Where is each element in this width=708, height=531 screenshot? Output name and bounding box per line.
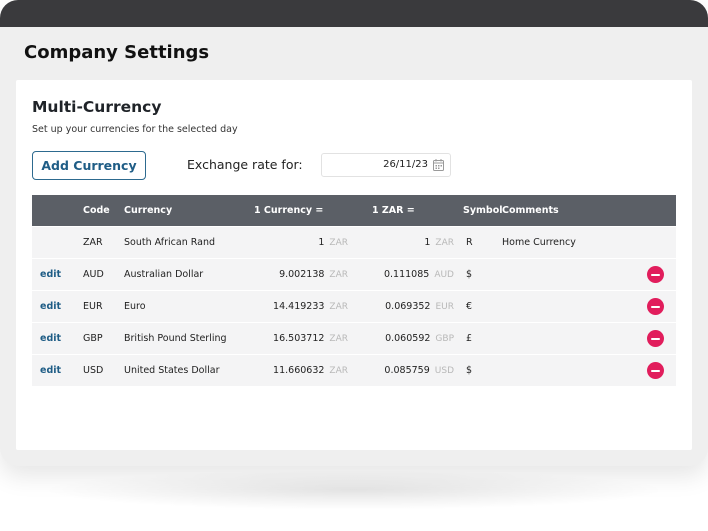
row-rate-zar: 1 ZAR xyxy=(332,227,454,258)
edit-link[interactable]: edit xyxy=(40,323,61,354)
section-title: Multi-Currency xyxy=(32,98,162,116)
rate-value: 16.503712 xyxy=(273,333,325,344)
rate-value: 1 xyxy=(424,237,431,248)
row-currency: Australian Dollar xyxy=(124,269,204,280)
row-rate-zar: 0.085759 USD xyxy=(332,355,454,386)
row-symbol: $ xyxy=(466,269,473,280)
rate-value: 14.419233 xyxy=(273,301,325,312)
exchange-date-value: 26/11/23 xyxy=(383,159,428,170)
row-code: ZAR xyxy=(83,237,103,248)
header-comments: Comments xyxy=(502,205,559,216)
row-rate-zar: 0.111085 AUD xyxy=(332,259,454,290)
row-symbol: R xyxy=(466,237,473,248)
section-subtitle: Set up your currencies for the selected … xyxy=(32,124,238,135)
app-window: Company Settings Multi-Currency Set up y… xyxy=(0,0,708,466)
row-rate-currency: 11.660632 ZAR xyxy=(212,355,348,386)
table-row: ZAR South African Rand 1 ZAR 1 ZAR R Home … xyxy=(32,226,676,258)
currency-table: Code Currency 1 Currency = 1 ZAR = Symbo… xyxy=(32,195,676,386)
table-row: edit AUD Australian Dollar 9.002138 ZAR 0… xyxy=(32,258,676,290)
edit-link[interactable]: edit xyxy=(40,355,61,386)
row-rate-zar: 0.069352 EUR xyxy=(332,291,454,322)
multi-currency-panel: Multi-Currency Set up your currencies fo… xyxy=(16,80,692,450)
row-code: EUR xyxy=(83,301,103,312)
calendar-icon[interactable] xyxy=(433,159,444,171)
rate-unit: EUR xyxy=(435,302,454,312)
edit-link[interactable]: edit xyxy=(40,291,61,322)
add-currency-button[interactable]: Add Currency xyxy=(32,151,146,180)
rate-value: 11.660632 xyxy=(273,365,325,376)
row-rate-zar: 0.060592 GBP xyxy=(332,323,454,354)
table-row: edit USD United States Dollar 11.660632 Z… xyxy=(32,354,676,386)
rate-value: 0.060592 xyxy=(385,333,431,344)
exchange-date-field[interactable]: 26/11/23 xyxy=(321,153,451,177)
page-title: Company Settings xyxy=(24,42,210,63)
header-code: Code xyxy=(83,205,110,216)
table-row: edit GBP British Pound Sterling 16.50371… xyxy=(32,322,676,354)
rate-value: 0.069352 xyxy=(385,301,431,312)
row-code: GBP xyxy=(83,333,103,344)
row-rate-currency: 9.002138 ZAR xyxy=(212,259,348,290)
exchange-rate-label: Exchange rate for: xyxy=(187,157,303,172)
remove-circle-icon[interactable] xyxy=(647,362,664,379)
rate-value: 0.111085 xyxy=(383,269,430,280)
remove-circle-icon[interactable] xyxy=(647,266,664,283)
row-code: USD xyxy=(83,365,104,376)
row-symbol: $ xyxy=(466,365,473,376)
row-symbol: € xyxy=(466,301,473,312)
header-symbol: Symbol xyxy=(463,205,503,216)
edit-link[interactable]: edit xyxy=(40,259,61,290)
rate-unit: GBP xyxy=(435,334,454,344)
rate-value: 0.085759 xyxy=(384,365,430,376)
window-topbar xyxy=(0,0,708,27)
table-row: edit EUR Euro 14.419233 ZAR 0.069352 EUR € xyxy=(32,290,676,322)
rate-unit: AUD xyxy=(434,270,454,280)
row-rate-currency: 1 ZAR xyxy=(212,227,348,258)
row-comment: Home Currency xyxy=(502,237,576,248)
row-currency: United States Dollar xyxy=(124,365,220,376)
header-rate-currency: 1 Currency = xyxy=(254,205,324,216)
row-code: AUD xyxy=(83,269,104,280)
remove-circle-icon[interactable] xyxy=(647,330,664,347)
table-header: Code Currency 1 Currency = 1 ZAR = Symbo… xyxy=(32,195,676,226)
row-currency: Euro xyxy=(124,301,146,312)
rate-value: 9.002138 xyxy=(279,269,325,280)
rate-value: 1 xyxy=(318,237,325,248)
row-rate-currency: 14.419233 ZAR xyxy=(212,291,348,322)
rate-unit: ZAR xyxy=(435,238,454,248)
row-symbol: £ xyxy=(466,333,473,344)
row-currency: South African Rand xyxy=(124,237,216,248)
row-rate-currency: 16.503712 ZAR xyxy=(212,323,348,354)
rate-unit: USD xyxy=(434,366,454,376)
remove-circle-icon[interactable] xyxy=(647,298,664,315)
header-currency: Currency xyxy=(124,205,173,216)
window-shadow xyxy=(40,470,668,510)
